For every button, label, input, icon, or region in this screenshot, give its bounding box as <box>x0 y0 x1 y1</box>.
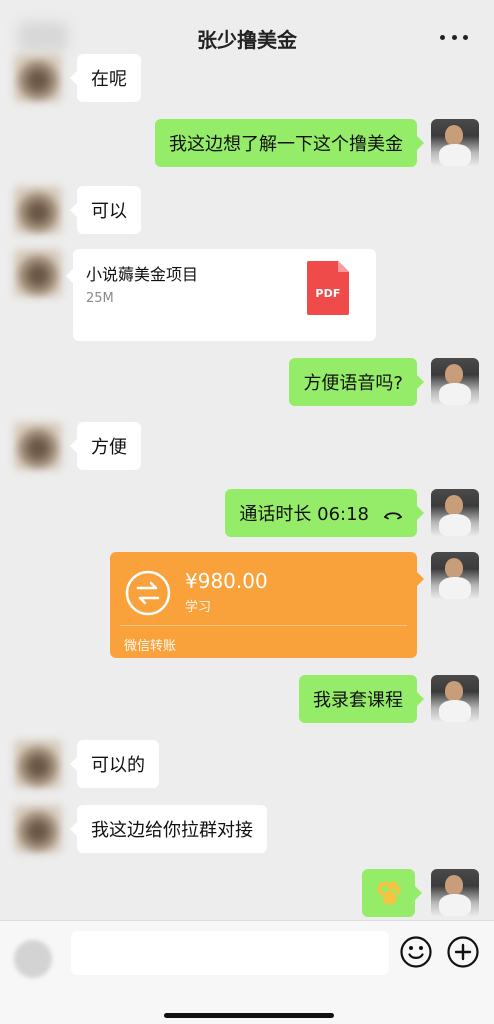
call-duration-text: 通话时长 06:18 <box>239 504 369 525</box>
contact-avatar[interactable] <box>14 186 62 234</box>
more-dot-icon <box>451 34 457 40</box>
chat-header: 张少撸美金 <box>0 0 494 76</box>
more-dot-icon <box>463 34 468 40</box>
transfer-divider <box>120 625 407 626</box>
incoming-message-bubble[interactable]: 方便 <box>70 422 141 470</box>
transfer-amount: ¥980.00 <box>185 569 268 593</box>
contact-avatar[interactable] <box>14 422 62 470</box>
self-avatar[interactable] <box>431 358 479 406</box>
incoming-message-bubble[interactable]: 可以的 <box>70 740 159 788</box>
more-dot-icon <box>440 34 445 40</box>
call-duration-bubble[interactable]: 通话时长 06:18 <box>225 489 424 537</box>
transfer-brand: 微信转账 <box>124 639 177 654</box>
file-name: 小说薅美金项目 <box>86 265 199 284</box>
self-avatar[interactable] <box>431 489 479 537</box>
self-avatar[interactable] <box>431 675 479 723</box>
transfer-note: 学习 <box>185 600 212 615</box>
transfer-icon <box>125 570 171 616</box>
incoming-message-bubble[interactable]: 可以 <box>70 186 141 234</box>
plus-icon[interactable] <box>446 935 480 969</box>
phone-call-icon <box>384 512 402 520</box>
self-avatar[interactable] <box>431 869 479 917</box>
contact-avatar[interactable] <box>14 249 62 297</box>
pdf-label: PDF <box>315 287 341 300</box>
pdf-fold-icon <box>338 261 349 272</box>
transfer-card[interactable]: ¥980.00 学习 微信转账 <box>110 552 424 658</box>
ok-hand-emoji-icon <box>377 881 401 905</box>
emoji-message-bubble[interactable] <box>362 869 422 917</box>
voice-icon[interactable] <box>14 940 52 978</box>
chat-title: 张少撸美金 <box>197 28 297 52</box>
contact-avatar[interactable] <box>14 740 62 788</box>
outgoing-message-bubble[interactable]: 我这边想了解一下这个撸美金 <box>155 119 424 167</box>
chat-input-bar <box>0 920 494 1024</box>
file-size: 25M <box>86 291 114 306</box>
contact-avatar[interactable] <box>14 805 62 853</box>
smiley-icon[interactable] <box>399 935 433 969</box>
home-indicator <box>164 1013 334 1018</box>
message-input[interactable] <box>71 931 389 975</box>
self-avatar[interactable] <box>431 119 479 167</box>
outgoing-message-bubble[interactable]: 我录套课程 <box>299 675 424 723</box>
file-message-card[interactable]: 小说薅美金项目 25M PDF <box>66 249 376 341</box>
incoming-message-bubble[interactable]: 我这边给你拉群对接 <box>70 805 267 853</box>
outgoing-message-bubble[interactable]: 方便语音吗? <box>289 358 424 406</box>
self-avatar[interactable] <box>431 552 479 600</box>
contact-avatar[interactable] <box>14 54 62 102</box>
more-icon[interactable] <box>440 25 468 49</box>
incoming-message-bubble[interactable]: 在呢 <box>70 54 141 102</box>
